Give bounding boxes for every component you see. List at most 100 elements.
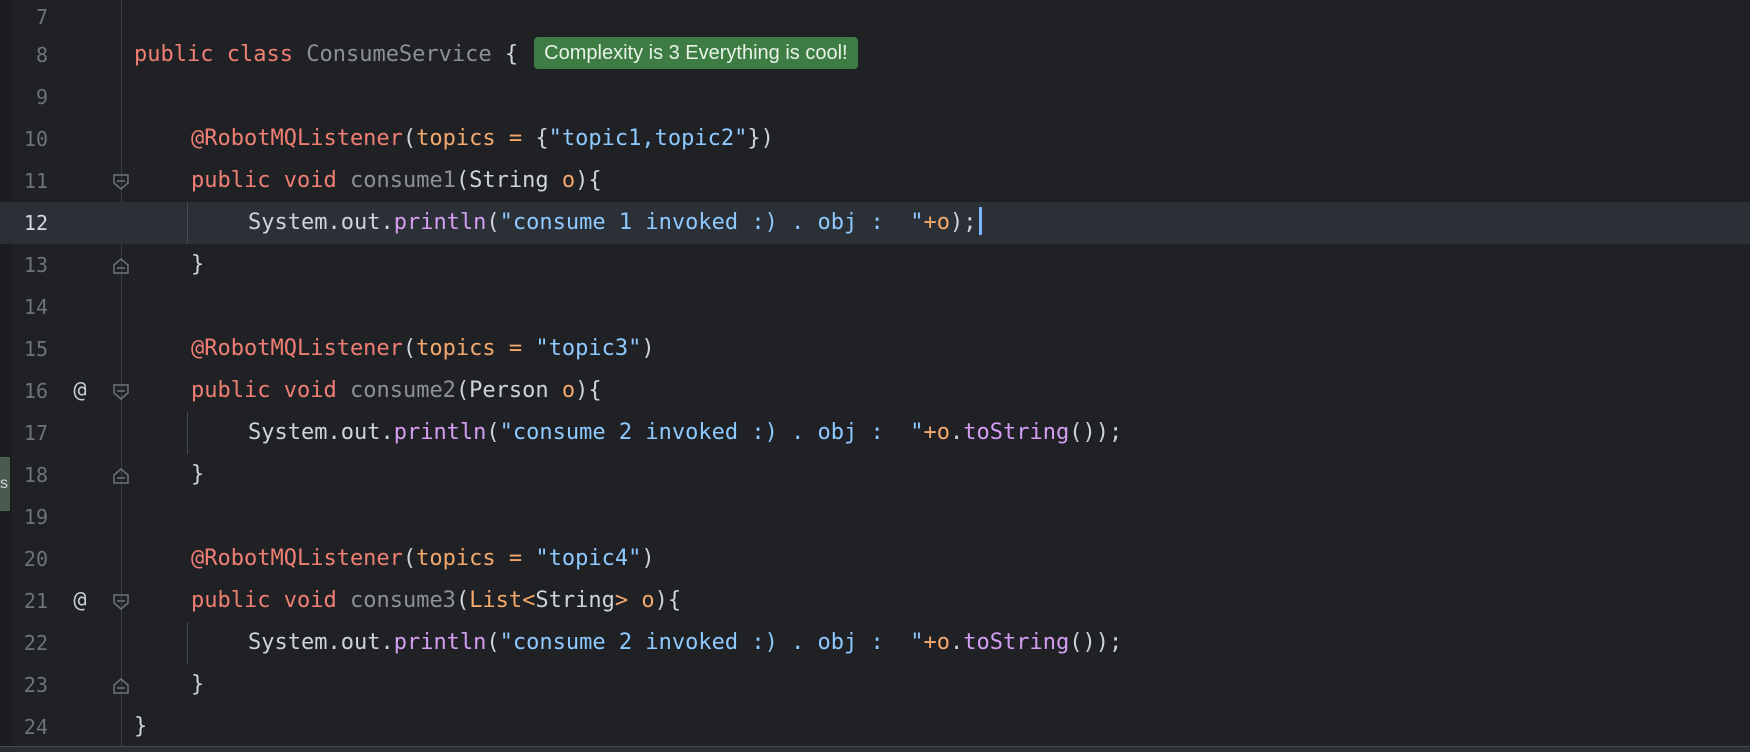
class-name: ConsumeService — [306, 42, 492, 67]
paren-semicolon: ); — [950, 210, 977, 235]
code-line-7[interactable]: 7 — [0, 0, 1750, 38]
code-line-21[interactable]: 21 @ public void consume3(List<String> o… — [0, 580, 1750, 622]
param-name: o — [561, 378, 576, 403]
keyword-public: public — [191, 168, 271, 193]
method-name: consume3 — [349, 588, 456, 613]
line-number: 20 — [23, 547, 48, 571]
equals: = — [495, 546, 536, 571]
fold-end-icon[interactable] — [112, 257, 130, 275]
code-line-23[interactable]: 23 } — [0, 664, 1750, 706]
code-text[interactable]: } — [191, 664, 204, 706]
paren: ( — [486, 420, 500, 445]
variable-o: o — [936, 210, 951, 235]
code-line-14[interactable]: 14 — [0, 286, 1750, 328]
string-literal: "topic4" — [535, 546, 642, 571]
method-call: println — [393, 420, 487, 445]
code-line-11[interactable]: 11 public void consume1(String o){ — [0, 160, 1750, 202]
fold-open-icon[interactable] — [112, 173, 130, 191]
code-text[interactable]: public class ConsumeService {Complexity … — [134, 34, 858, 76]
line-number: 7 — [35, 5, 48, 29]
code-text[interactable]: @RobotMQListener(topics = "topic3") — [191, 328, 655, 370]
fold-open-icon[interactable] — [112, 593, 130, 611]
param-type: (String — [455, 168, 562, 193]
plus-operator: + — [923, 210, 937, 235]
line-number: 8 — [35, 43, 48, 67]
line-number: 23 — [23, 673, 48, 697]
line-number: 10 — [23, 127, 48, 151]
line-number: 15 — [23, 337, 48, 361]
code-line-18[interactable]: 18 } — [0, 454, 1750, 496]
string-literal: "consume 2 invoked :) . obj : " — [499, 420, 924, 445]
plus-operator: + — [923, 630, 937, 655]
fold-open-icon[interactable] — [112, 383, 130, 401]
code-text[interactable]: @RobotMQListener(topics = "topic4") — [191, 538, 655, 580]
code-text[interactable]: System.out.println("consume 2 invoked :)… — [248, 412, 1122, 454]
code-text[interactable]: } — [134, 706, 147, 748]
code-line-22[interactable]: 22 System.out.println("consume 2 invoked… — [0, 622, 1750, 664]
line-number: 14 — [23, 295, 48, 319]
code-text[interactable]: public void consume3(List<String> o){ — [191, 580, 681, 622]
system-out: System.out. — [248, 210, 394, 235]
code-text[interactable]: System.out.println("consume 2 invoked :)… — [248, 622, 1122, 664]
code-line-12[interactable]: 12 System.out.println("consume 1 invoked… — [0, 202, 1750, 244]
code-line-13[interactable]: 13 } — [0, 244, 1750, 286]
plus-operator: + — [923, 420, 937, 445]
indent-guide — [187, 622, 188, 664]
variable-o: o — [936, 630, 951, 655]
line-number: 9 — [35, 85, 48, 109]
code-line-24[interactable]: 24 } — [0, 706, 1750, 748]
bottom-scrollbar[interactable] — [0, 746, 1750, 752]
code-text[interactable]: public void consume2(Person o){ — [191, 370, 602, 412]
indent-guide — [187, 412, 188, 454]
paren-semicolon: ()); — [1069, 630, 1123, 655]
method-call: println — [393, 210, 487, 235]
string-literal: "consume 1 invoked :) . obj : " — [499, 210, 924, 235]
code-line-16[interactable]: 16 @ public void consume2(Person o){ — [0, 370, 1750, 412]
line-number: 11 — [23, 169, 48, 193]
code-line-17[interactable]: 17 System.out.println("consume 2 invoked… — [0, 412, 1750, 454]
paren-brace: ){ — [654, 588, 682, 613]
fold-end-icon[interactable] — [112, 677, 130, 695]
code-editor[interactable]: s 7 8 public class ConsumeService {Compl… — [0, 0, 1750, 752]
fold-end-icon[interactable] — [112, 467, 130, 485]
string-literal: "topic1,topic2" — [548, 126, 748, 151]
implementation-marker-icon[interactable]: @ — [68, 580, 92, 622]
line-number: 19 — [23, 505, 48, 529]
code-line-9[interactable]: 9 — [0, 76, 1750, 118]
code-line-19[interactable]: 19 — [0, 496, 1750, 538]
code-text[interactable]: } — [191, 244, 204, 286]
code-text[interactable]: public void consume1(String o){ — [191, 160, 602, 202]
method-name: consume2 — [349, 378, 456, 403]
line-number: 13 — [23, 253, 48, 277]
brace: { — [504, 42, 519, 67]
annotation: @RobotMQListener — [191, 546, 403, 571]
keyword-class: class — [226, 42, 293, 67]
code-text[interactable]: } — [191, 454, 204, 496]
paren-semicolon: ()); — [1069, 420, 1123, 445]
implementation-marker-icon[interactable]: @ — [68, 370, 92, 412]
attribute-topics: topics — [416, 126, 496, 151]
code-line-10[interactable]: 10 @RobotMQListener(topics = {"topic1,to… — [0, 118, 1750, 160]
paren: ( — [455, 588, 470, 613]
keyword-public: public — [191, 378, 271, 403]
code-line-15[interactable]: 15 @RobotMQListener(topics = "topic3") — [0, 328, 1750, 370]
complexity-badge[interactable]: Complexity is 3 Everything is cool! — [534, 37, 858, 69]
keyword-void: void — [283, 168, 337, 193]
system-out: System.out. — [248, 630, 394, 655]
line-number: 18 — [23, 463, 48, 487]
annotation: @RobotMQListener — [191, 126, 403, 151]
code-line-8[interactable]: 8 public class ConsumeService {Complexit… — [0, 34, 1750, 76]
code-line-20[interactable]: 20 @RobotMQListener(topics = "topic4") — [0, 538, 1750, 580]
paren: ( — [402, 126, 417, 151]
brace: } — [191, 252, 205, 277]
string-literal: "consume 2 invoked :) . obj : " — [499, 630, 924, 655]
keyword-void: void — [283, 588, 337, 613]
brace: { — [535, 126, 549, 151]
line-number: 17 — [23, 421, 48, 445]
code-text[interactable]: @RobotMQListener(topics = {"topic1,topic… — [191, 118, 774, 160]
param-name: o — [561, 168, 576, 193]
method-call: println — [393, 630, 487, 655]
text-cursor — [978, 207, 982, 235]
brace: } — [191, 672, 205, 697]
code-text[interactable]: System.out.println("consume 1 invoked :)… — [248, 202, 982, 244]
